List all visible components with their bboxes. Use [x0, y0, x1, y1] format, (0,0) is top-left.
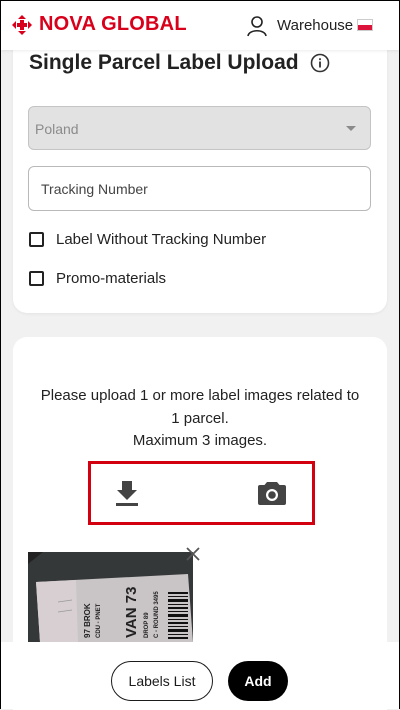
promo-materials-label[interactable]: Promo-materials: [56, 270, 166, 287]
app-header: NOVA GLOBAL Warehouse: [1, 1, 399, 50]
parcel-form-card: Single Parcel Label Upload Poland Tracki…: [13, 31, 387, 313]
poland-flag-icon[interactable]: [357, 19, 373, 31]
country-select-value: Poland: [35, 121, 79, 137]
chevron-down-icon: [346, 126, 356, 131]
label-image-thumbnail[interactable]: 97 BROK CDU - PNET VAN 73 DROP 89 C - RO…: [28, 552, 193, 642]
label-line-1: 97 BROK: [83, 603, 92, 638]
promo-materials-checkbox[interactable]: [29, 271, 44, 286]
label-line-2: CDU - PNET: [96, 603, 102, 638]
logo-text: NOVA GLOBAL: [39, 13, 187, 35]
labels-list-button[interactable]: Labels List: [111, 661, 213, 701]
country-select[interactable]: Poland: [28, 106, 371, 150]
footer-actions: Labels List Add: [1, 642, 399, 709]
label-photo: 97 BROK CDU - PNET VAN 73 DROP 89 C - RO…: [28, 552, 193, 642]
info-icon[interactable]: [310, 53, 330, 73]
nova-logo-icon: [12, 14, 32, 35]
remove-image-close-icon[interactable]: [185, 546, 201, 562]
label-line-4: DROP 89: [144, 612, 150, 638]
tracking-number-placeholder: Tracking Number: [41, 181, 148, 197]
label-without-tracking-checkbox[interactable]: [29, 232, 44, 247]
label-without-tracking-label[interactable]: Label Without Tracking Number: [56, 231, 266, 248]
tracking-number-input[interactable]: Tracking Number: [28, 166, 371, 211]
logo[interactable]: NOVA GLOBAL: [11, 13, 187, 36]
promo-materials-row[interactable]: Promo-materials: [29, 270, 166, 287]
instruction-line-3: Maximum 3 images.: [132, 432, 268, 449]
warehouse-label[interactable]: Warehouse: [277, 17, 353, 34]
page-title: Single Parcel Label Upload: [29, 51, 299, 74]
label-without-tracking-row[interactable]: Label Without Tracking Number: [29, 231, 266, 248]
label-line-3: VAN 73: [123, 587, 140, 638]
download-icon[interactable]: [115, 479, 139, 507]
instruction-line-1: Please upload 1 or more label images rel…: [40, 387, 360, 404]
instruction-line-2: 1 parcel.: [171, 409, 229, 427]
upload-instructions: Please upload 1 or more label images rel…: [13, 385, 387, 453]
upload-actions-highlight: [88, 461, 315, 525]
label-line-5: C - ROUND 3495: [154, 591, 160, 638]
camera-icon[interactable]: [257, 480, 287, 506]
user-icon[interactable]: [245, 14, 269, 38]
barcode: [168, 592, 188, 639]
add-button[interactable]: Add: [228, 661, 288, 701]
